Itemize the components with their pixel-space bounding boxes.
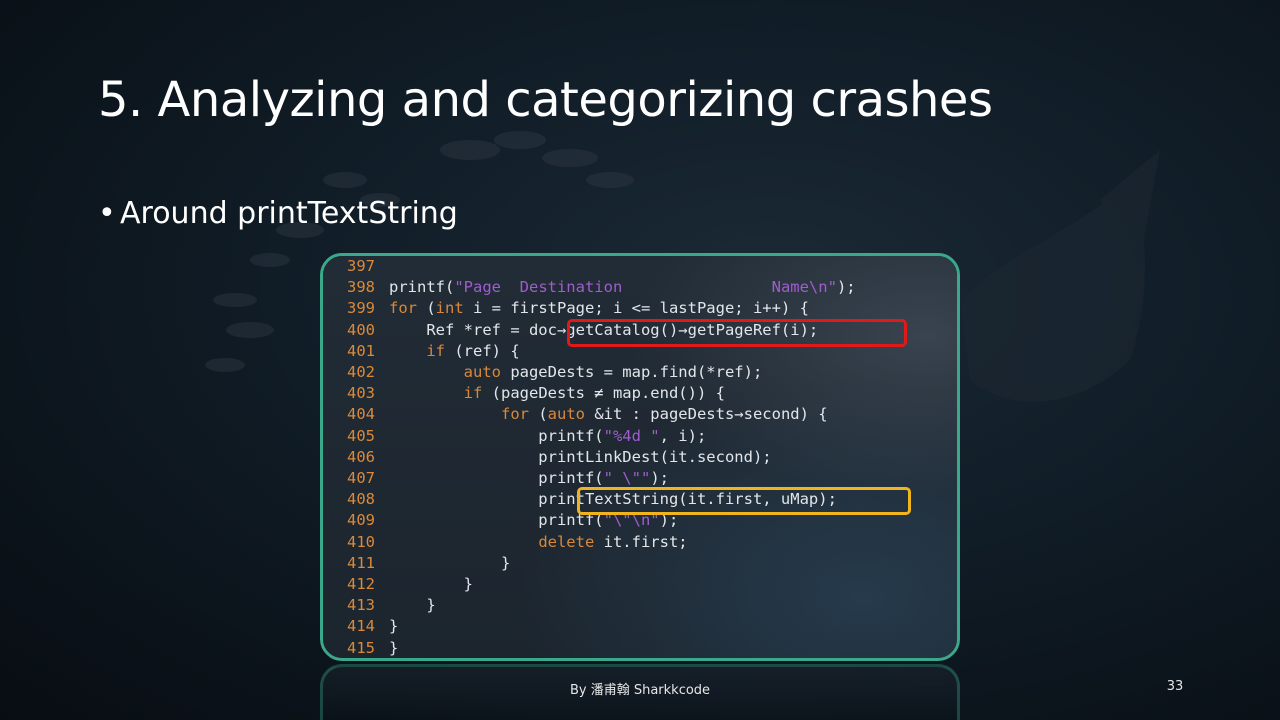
highlight-box-printtextstring [577, 487, 911, 515]
slide-title: 5. Analyzing and categorizing crashes [98, 72, 993, 128]
line-number: 411 [347, 553, 375, 572]
code-line: 406 printLinkDest(it.second); [323, 447, 957, 468]
line-number: 401 [347, 341, 375, 360]
code-text: } [389, 617, 399, 636]
line-number: 405 [347, 426, 375, 445]
bullet-text: Around printTextString [120, 196, 458, 231]
line-number: 412 [347, 575, 375, 593]
highlight-box-getpageref [567, 319, 907, 347]
code-line: 404 for (auto &it : pageDests→second) { [323, 404, 957, 425]
code-text: } [389, 575, 473, 593]
page-number: 33 [1166, 679, 1184, 694]
line-number: 398 [347, 278, 375, 297]
code-text: for (auto &it : pageDests→second) { [500, 405, 828, 424]
line-number: 399 [347, 299, 375, 318]
code-line: 415} [323, 638, 957, 658]
code-text: if (pageDests ≠ map.end()) { [463, 384, 725, 403]
code-text: } [389, 638, 399, 657]
line-number: 414 [347, 617, 375, 636]
code-line: 402 auto pageDests = map.find(*ref); [323, 362, 957, 383]
code-line: 397 [323, 256, 957, 277]
code-line: 405 printf("%4d ", i); [323, 426, 957, 447]
code-line: 403 if (pageDests ≠ map.end()) { [323, 383, 957, 404]
code-text: auto pageDests = map.find(*ref); [463, 363, 763, 381]
code-text: } [389, 596, 436, 615]
bullet-marker: • [98, 196, 116, 231]
line-number: 413 [347, 596, 375, 615]
bullet-item: • Around printTextString [98, 196, 458, 231]
line-number: 403 [347, 384, 375, 403]
code-line: 398 printf("Page Destination Name\n"); [323, 277, 957, 298]
code-text: printf(" \""); [389, 469, 669, 487]
code-line: 414} [323, 616, 957, 637]
code-text: printf("Page Destination Name\n"); [389, 278, 856, 297]
code-line: 413 } [323, 595, 957, 616]
line-number: 408 [347, 490, 375, 509]
line-number: 402 [347, 363, 375, 381]
code-line: 410 delete it.first; [323, 532, 957, 553]
line-number: 409 [347, 511, 375, 530]
line-number: 400 [347, 320, 375, 339]
code-screenshot: 397 398 printf("Page Destination Name\n");… [320, 253, 960, 661]
line-number: 406 [347, 447, 375, 466]
code-text: printLinkDest(it.second); [389, 447, 772, 466]
code-line: 407 printf(" \""); [323, 468, 957, 489]
code-text: if (ref) { [426, 341, 520, 360]
line-number: 415 [347, 638, 375, 657]
code-line: 411 } [323, 553, 957, 574]
line-number: 407 [347, 469, 375, 487]
code-text: for (int i = firstPage; i <= lastPage; i… [389, 299, 809, 318]
line-number: 410 [347, 532, 375, 551]
code-text: delete it.first; [538, 532, 688, 551]
line-number: 404 [347, 405, 375, 424]
code-line: 412 } [323, 574, 957, 595]
line-number: 397 [347, 257, 375, 275]
code-text: } [389, 553, 511, 572]
code-line: 399 for (int i = firstPage; i <= lastPage… [323, 298, 957, 319]
code-text: printf("%4d ", i); [389, 426, 707, 445]
footer-author: By 潘甫翰 Sharkkcode [569, 683, 711, 698]
